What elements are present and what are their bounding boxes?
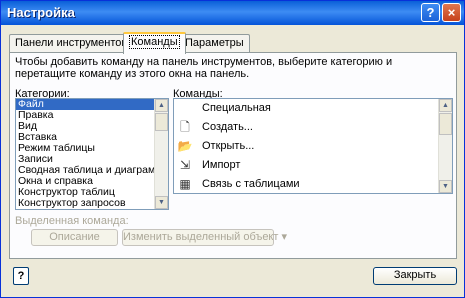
command-label: Создать... xyxy=(202,121,253,133)
tab-options[interactable]: Параметры xyxy=(179,34,250,52)
import-icon: ⇲ xyxy=(179,158,191,172)
commands-scrollbar[interactable]: ▲ ▼ xyxy=(438,99,452,193)
category-item[interactable]: Конструктор запросов xyxy=(16,198,168,209)
blank-icon xyxy=(177,101,193,116)
help-button[interactable]: ? xyxy=(13,267,29,285)
categories-scrollbar[interactable]: ▲ ▼ xyxy=(154,99,168,209)
tab-commands[interactable]: Команды xyxy=(123,32,186,54)
customize-dialog: Настройка ? × Панели инструментов Команд… xyxy=(0,0,465,298)
tab-toolbars-label: Панели инструментов xyxy=(15,37,128,49)
command-item[interactable]: Специальная xyxy=(174,99,452,118)
scroll-up-icon[interactable]: ▲ xyxy=(439,99,452,112)
modify-selection-label: Изменить выделенный объект xyxy=(123,231,279,243)
tab-options-label: Параметры xyxy=(185,37,244,49)
command-label: Связь с таблицами xyxy=(202,178,300,190)
scroll-down-icon[interactable]: ▼ xyxy=(155,196,168,209)
dropdown-arrow-icon: ▾ xyxy=(281,231,288,243)
window-title: Настройка xyxy=(7,5,75,20)
categories-list[interactable]: Файл Правка Вид Вставка Режим таблицы Записи С… xyxy=(15,98,169,210)
commands-items: Специальная 🗋 Создать... 📂 Открыть... ⇲ Импорт… xyxy=(174,99,452,193)
scroll-thumb[interactable] xyxy=(439,113,452,135)
tab-commands-label: Команды xyxy=(129,35,180,49)
category-item[interactable]: Правка xyxy=(16,110,168,121)
command-item[interactable]: 📂 Открыть... xyxy=(174,137,452,156)
close-button[interactable]: Закрыть xyxy=(373,267,457,285)
scroll-thumb[interactable] xyxy=(155,113,168,131)
command-label: Открыть... xyxy=(202,140,255,152)
command-label: Импорт xyxy=(202,159,241,171)
selected-command-label: Выделенная команда: xyxy=(15,215,129,227)
help-icon[interactable]: ? xyxy=(421,3,440,22)
command-label: Специальная xyxy=(202,102,271,114)
modify-selection-button[interactable]: Изменить выделенный объект ▾ xyxy=(122,229,287,246)
tab-toolbars[interactable]: Панели инструментов xyxy=(9,34,134,52)
description-button[interactable]: Описание xyxy=(31,229,118,246)
command-item[interactable]: 🗋 Создать... xyxy=(174,118,452,137)
scroll-down-icon[interactable]: ▼ xyxy=(439,180,452,193)
close-icon[interactable]: × xyxy=(442,3,461,22)
new-document-icon: 🗋 xyxy=(180,120,190,134)
title-bar[interactable]: Настройка ? × xyxy=(1,1,464,25)
categories-items: Файл Правка Вид Вставка Режим таблицы Записи С… xyxy=(16,99,168,209)
commands-list[interactable]: Специальная 🗋 Создать... 📂 Открыть... ⇲ Импорт… xyxy=(173,98,453,194)
scroll-up-icon[interactable]: ▲ xyxy=(155,99,168,112)
open-folder-icon: 📂 xyxy=(177,139,193,153)
link-tables-icon: ▦ xyxy=(179,177,191,191)
instructions-text: Чтобы добавить команду на панель инструм… xyxy=(15,56,393,80)
command-item[interactable]: ▦ Связь с таблицами xyxy=(174,175,452,193)
command-item[interactable]: ⇲ Импорт xyxy=(174,156,452,175)
